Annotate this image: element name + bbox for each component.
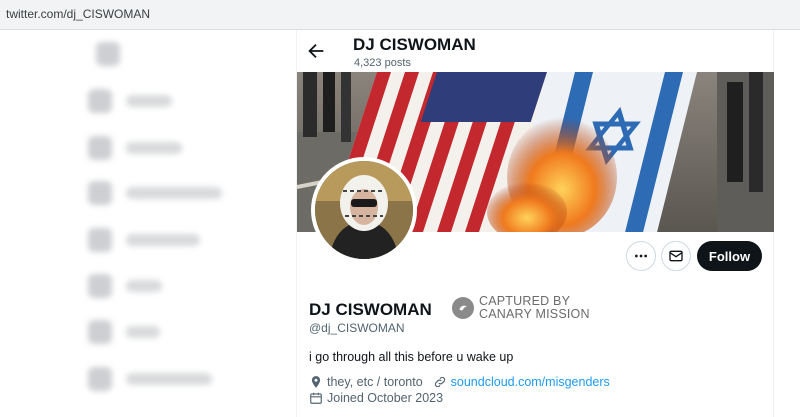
mail-icon: [669, 250, 683, 262]
watermark-text: CAPTURED BY CANARY MISSION: [479, 295, 590, 321]
joined-row: Joined October 2023: [309, 391, 443, 405]
more-button[interactable]: [626, 241, 656, 271]
follow-button[interactable]: Follow: [697, 241, 762, 271]
joined-text: Joined October 2023: [327, 391, 444, 405]
message-button[interactable]: [661, 241, 691, 271]
profile-meta-row: they, etc / toronto soundcloud.com/misge…: [309, 375, 610, 389]
sidebar-item: [88, 228, 248, 252]
sidebar-item: [88, 367, 248, 391]
canary-mission-watermark: CAPTURED BY CANARY MISSION: [452, 295, 752, 325]
location-text: they, etc / toronto: [327, 375, 423, 389]
sidebar-nav-blurred: [0, 30, 296, 417]
sidebar-item: [88, 89, 248, 113]
handle: @dj_CISWOMAN: [309, 321, 405, 335]
back-arrow-icon: [308, 43, 324, 59]
page-title: DJ CISWOMAN: [353, 35, 476, 54]
display-name: DJ CISWOMAN: [309, 300, 432, 319]
sidebar-item: [88, 136, 248, 160]
avatar[interactable]: [311, 157, 417, 263]
watermark-line-2: CANARY MISSION: [479, 307, 590, 321]
profile-column: DJ CISWOMAN 4,323 posts Follow DJ CISWOM…: [296, 30, 774, 417]
post-count: 4,323 posts: [354, 57, 411, 69]
sidebar-item: [88, 274, 248, 298]
calendar-icon: [310, 392, 322, 404]
link-icon: [434, 376, 445, 388]
avatar-photo: [315, 161, 413, 259]
browser-address-bar[interactable]: twitter.com/dj_CISWOMAN: [0, 0, 800, 30]
sidebar-item: [88, 320, 248, 344]
back-button[interactable]: [305, 40, 327, 62]
url-text: twitter.com/dj_CISWOMAN: [6, 7, 151, 21]
sidebar-item: [88, 42, 248, 66]
sidebar-item: [88, 181, 248, 205]
website-link[interactable]: soundcloud.com/misgenders: [451, 375, 610, 389]
location-icon: [311, 376, 321, 388]
more-icon: [635, 254, 647, 258]
canary-badge-icon: [452, 297, 474, 319]
bio: i go through all this before u wake up: [309, 350, 514, 364]
